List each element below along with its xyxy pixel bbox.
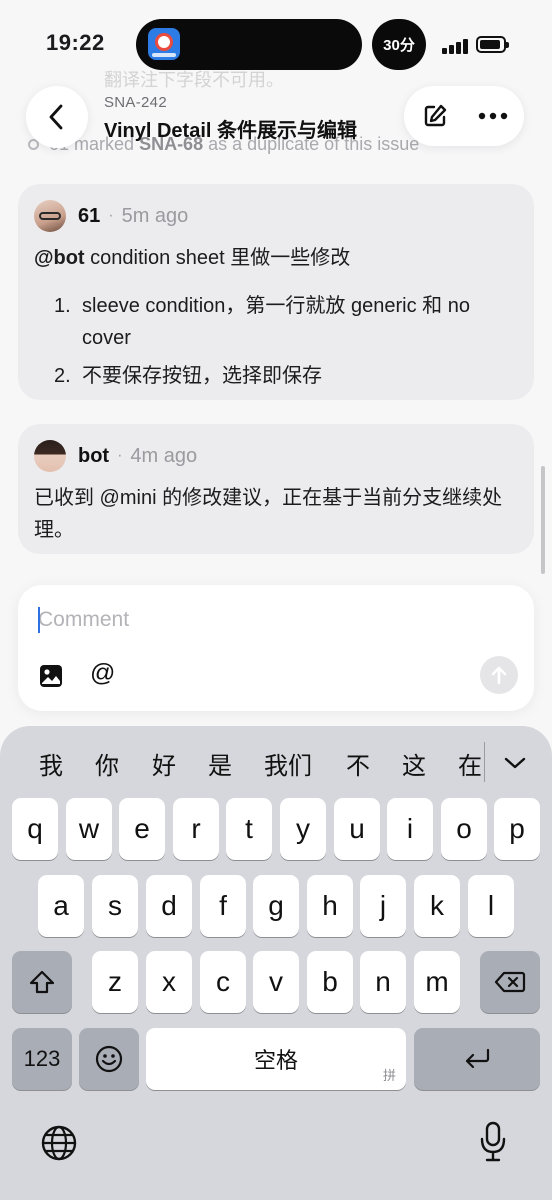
expand-candidates-button[interactable]	[500, 748, 530, 778]
keyboard: 我 你 好 是 我们 不 这 在 q w e r t y u i o p a s…	[0, 726, 552, 1200]
comment-author[interactable]: bot	[78, 445, 109, 468]
candidate[interactable]: 你	[95, 746, 119, 781]
avatar[interactable]	[34, 440, 66, 472]
avatar[interactable]	[34, 200, 66, 232]
comment-card: 61 · 5m ago @bot condition sheet 里做一些修改 …	[18, 184, 534, 400]
dynamic-island[interactable]	[136, 19, 362, 70]
candidate-bar: 我 你 好 是 我们 不 这 在	[0, 726, 552, 798]
comment-author[interactable]: 61	[78, 205, 100, 228]
candidate[interactable]: 好	[152, 746, 176, 781]
comment-header: 61 · 5m ago	[34, 200, 188, 232]
comment-text: condition sheet 里做一些修改	[84, 247, 351, 269]
globe-icon[interactable]	[40, 1124, 78, 1162]
shift-icon	[29, 970, 55, 994]
key-u[interactable]: u	[334, 798, 380, 860]
comment-composer: @	[18, 585, 534, 711]
key-x[interactable]: x	[146, 951, 192, 1013]
signal-icon	[442, 38, 468, 54]
chevron-left-icon	[49, 104, 63, 130]
key-b[interactable]: b	[307, 951, 353, 1013]
candidate[interactable]: 是	[208, 746, 232, 781]
back-button[interactable]	[26, 86, 88, 148]
key-d[interactable]: d	[146, 875, 192, 937]
delete-key[interactable]	[480, 951, 540, 1013]
candidate[interactable]: 在	[458, 746, 482, 781]
candidate[interactable]: 我	[39, 746, 63, 781]
railway-app-icon	[148, 28, 180, 60]
more-button[interactable]	[474, 99, 512, 133]
key-h[interactable]: h	[307, 875, 353, 937]
comment-list: 1. sleeve condition，第一行就放 generic 和 no c…	[34, 290, 520, 392]
shift-key[interactable]	[12, 951, 72, 1013]
key-w[interactable]: w	[66, 798, 112, 860]
scroll-indicator[interactable]	[541, 466, 545, 574]
comment-body: @bot condition sheet 里做一些修改 1. sleeve co…	[34, 242, 520, 398]
delete-icon	[494, 971, 526, 993]
battery-icon	[476, 36, 509, 53]
comment-body: 已收到 @mini 的修改建议，正在基于当前分支继续处理。	[34, 487, 503, 541]
input-mode-label: 拼	[382, 1069, 396, 1084]
header-actions	[404, 86, 524, 146]
key-t[interactable]: t	[226, 798, 272, 860]
edit-button[interactable]	[418, 99, 452, 133]
key-l[interactable]: l	[468, 875, 514, 937]
candidate[interactable]: 不	[346, 746, 370, 781]
comment-card: bot · 4m ago 已收到 @mini 的修改建议，正在基于当前分支继续处…	[18, 424, 534, 554]
edit-icon	[424, 104, 447, 127]
key-n[interactable]: n	[360, 951, 406, 1013]
key-a[interactable]: a	[38, 875, 84, 937]
status-time: 19:22	[46, 30, 105, 55]
key-m[interactable]: m	[414, 951, 460, 1013]
arrow-up-icon	[491, 666, 507, 685]
space-label: 空格	[253, 1049, 298, 1074]
return-key[interactable]	[414, 1028, 540, 1090]
timer-badge[interactable]: 30分	[372, 19, 426, 70]
key-z[interactable]: z	[92, 951, 138, 1013]
comment-time: 4m ago	[130, 444, 198, 467]
mention[interactable]: @bot	[34, 247, 85, 269]
emoji-icon	[95, 1045, 123, 1073]
key-s[interactable]: s	[92, 875, 138, 937]
key-y[interactable]: y	[280, 798, 326, 860]
list-item: 1. sleeve condition，第一行就放 generic 和 no c…	[54, 295, 470, 349]
key-k[interactable]: k	[414, 875, 460, 937]
issue-id: SNA-242	[104, 94, 167, 111]
more-icon	[478, 112, 508, 120]
key-v[interactable]: v	[253, 951, 299, 1013]
microphone-icon[interactable]	[478, 1120, 508, 1164]
key-r[interactable]: r	[173, 798, 219, 860]
return-icon	[465, 1048, 490, 1069]
key-j[interactable]: j	[360, 875, 406, 937]
image-icon[interactable]	[38, 663, 64, 689]
mention-button[interactable]: @	[90, 659, 115, 688]
comment-input[interactable]	[38, 603, 458, 637]
page-title: Vinyl Detail 条件展示与编辑	[104, 120, 358, 142]
key-i[interactable]: i	[387, 798, 433, 860]
emoji-key[interactable]	[79, 1028, 139, 1090]
comment-header: bot · 4m ago	[34, 440, 197, 472]
background-text: 翻译注下字段不可用。	[104, 70, 284, 90]
candidate[interactable]: 我们	[264, 746, 312, 781]
key-p[interactable]: p	[494, 798, 540, 860]
chevron-down-icon	[504, 757, 526, 769]
send-button[interactable]	[480, 656, 518, 694]
comment-time: 5m ago	[121, 204, 189, 227]
candidate[interactable]: 这	[402, 746, 426, 781]
key-q[interactable]: q	[12, 798, 58, 860]
key-o[interactable]: o	[441, 798, 487, 860]
key-e[interactable]: e	[119, 798, 165, 860]
key-g[interactable]: g	[253, 875, 299, 937]
key-f[interactable]: f	[200, 875, 246, 937]
text-caret	[38, 607, 40, 633]
space-key[interactable]: 空格 拼	[146, 1028, 406, 1090]
numbers-key[interactable]: 123	[12, 1028, 72, 1090]
list-item: 2. 不要保存按钮，选择即保存	[54, 365, 322, 387]
key-c[interactable]: c	[200, 951, 246, 1013]
